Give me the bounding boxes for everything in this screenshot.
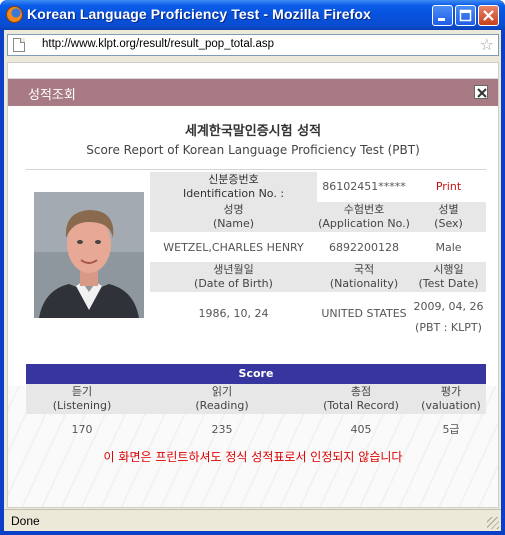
close-window-button[interactable] (478, 5, 499, 26)
name-label: 성명 (Name) (212, 203, 255, 230)
url-bar[interactable]: http://www.klpt.org/result/result_pop_to… (7, 34, 499, 56)
page-viewport: 성적조회 세계한국말인증시험 성적 Score Report of Korean… (7, 62, 499, 508)
firefox-icon (6, 6, 23, 23)
name-value: WETZEL,CHARLES HENRY (163, 241, 304, 254)
nationality-value: UNITED STATES (321, 307, 407, 320)
print-notice: 이 화면은 프린트하셔도 정식 성적표로서 인정되지 않습니다 (103, 450, 403, 464)
test-date-value: 2009, 04, 26 (PBT : KLPT) (413, 300, 484, 334)
valuation-grade: 5급 (442, 423, 460, 436)
report-title-en: Score Report of Korean Language Proficie… (86, 143, 420, 157)
status-text: Done (11, 514, 40, 528)
bookmark-star-icon[interactable]: ☆ (480, 36, 494, 54)
nationality-label: 국적 (Nationality) (329, 263, 399, 290)
resize-grip-icon[interactable] (487, 517, 499, 529)
application-no-label: 수험번호 (Application No.) (318, 203, 410, 230)
test-date-label: 시행일 (Test Date) (418, 263, 479, 290)
browser-window: Korean Language Proficiency Test - Mozil… (0, 0, 505, 535)
report-title-ko: 세계한국말인증시험 성적 (184, 124, 322, 139)
minimize-button[interactable] (432, 5, 453, 26)
reading-score: 235 (211, 423, 233, 436)
print-link[interactable]: Print (411, 180, 486, 194)
score-header: Score (26, 364, 486, 384)
window-title: Korean Language Proficiency Test - Mozil… (27, 6, 371, 22)
maximize-button[interactable] (455, 5, 476, 26)
application-no-value: 6892200128 (329, 241, 399, 254)
valuation-label: 평가 (valuation) (421, 385, 481, 412)
popup-title: 성적조회 (28, 88, 76, 103)
divider (26, 169, 486, 170)
applicant-photo (34, 192, 144, 318)
total-label: 총점 (Total Record) (323, 385, 399, 412)
dob-value: 1986, 10, 24 (198, 307, 269, 320)
id-value: 86102451***** (322, 180, 406, 193)
status-bar: Done (4, 509, 501, 531)
page-icon (13, 38, 25, 52)
listening-score: 170 (71, 423, 93, 436)
score-report: 세계한국말인증시험 성적 Score Report of Korean Lang… (8, 106, 498, 507)
title-bar[interactable]: Korean Language Proficiency Test - Mozil… (0, 0, 505, 30)
id-label: 신분증번호 Identification No. : (150, 172, 317, 202)
dob-label: 생년월일 (Date of Birth) (194, 263, 273, 290)
listening-label: 듣기 (Listening) (52, 385, 112, 412)
popup-close-button[interactable] (474, 85, 488, 99)
sex-label: 성별 (Sex) (434, 203, 463, 230)
popup-header: 성적조회 (8, 79, 498, 106)
total-score: 405 (350, 423, 372, 436)
url-text[interactable]: http://www.klpt.org/result/result_pop_to… (42, 38, 274, 50)
sex-value: Male (435, 241, 462, 254)
browser-client-area: http://www.klpt.org/result/result_pop_to… (4, 30, 501, 531)
reading-label: 읽기 (Reading) (195, 385, 249, 412)
